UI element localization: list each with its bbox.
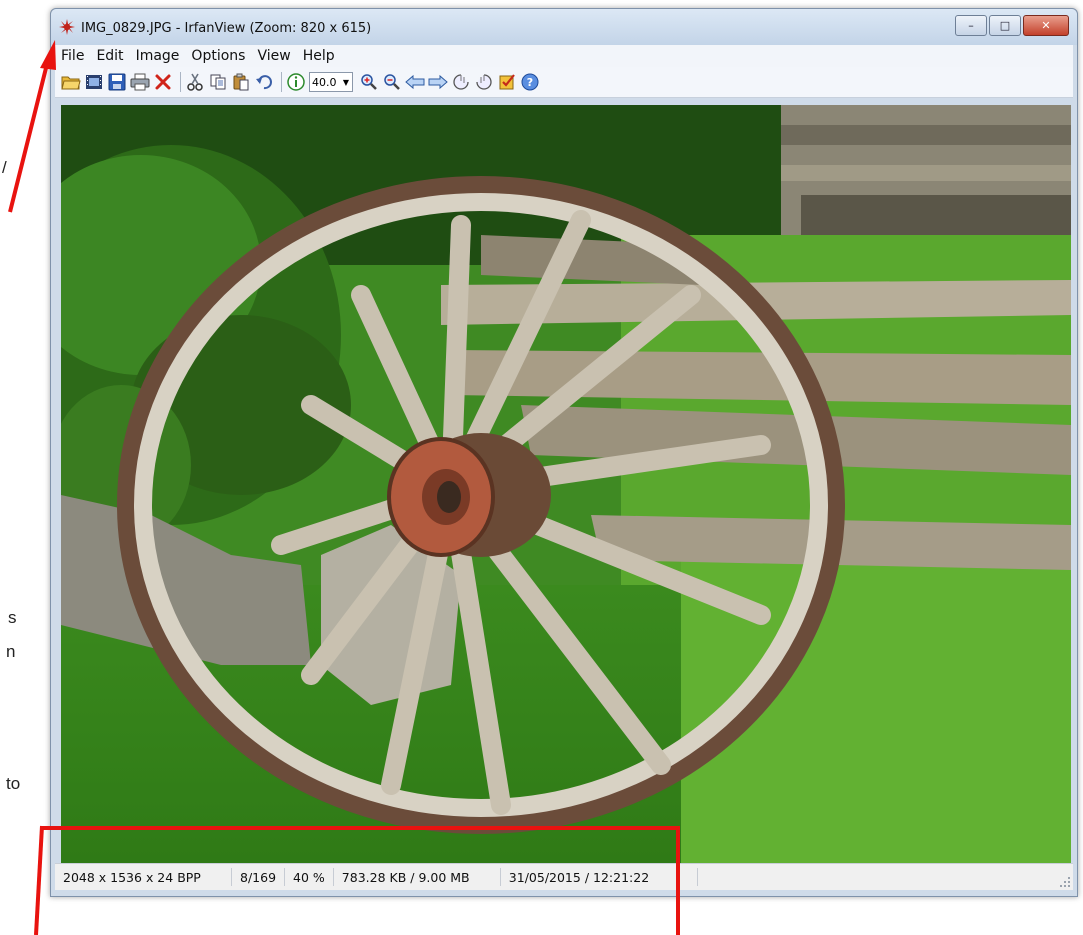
copy-icon[interactable]	[208, 72, 228, 92]
info-icon[interactable]	[286, 72, 306, 92]
status-zoom: 40 %	[285, 868, 334, 886]
irfanview-app-icon	[59, 19, 75, 35]
resize-grip-icon[interactable]	[1059, 876, 1071, 888]
toolbar-separator	[281, 72, 282, 92]
document-fragment-1: s	[8, 608, 17, 627]
zoom-in-icon[interactable]	[359, 72, 379, 92]
minimize-button[interactable]: –	[955, 15, 987, 36]
slideshow-icon[interactable]	[84, 72, 104, 92]
next-icon[interactable]	[428, 72, 448, 92]
cut-icon[interactable]	[185, 72, 205, 92]
zoom-combo[interactable]: 40.0 ▼	[309, 72, 353, 92]
zoom-value: 40.0	[312, 75, 337, 89]
print-icon[interactable]	[130, 72, 150, 92]
menu-bar: File Edit Image Options View Help	[55, 45, 1073, 67]
svg-text:?: ?	[527, 76, 533, 89]
properties-icon[interactable]	[497, 72, 517, 92]
maximize-button[interactable]: □	[989, 15, 1021, 36]
save-icon[interactable]	[107, 72, 127, 92]
previous-icon[interactable]	[405, 72, 425, 92]
menu-file[interactable]: File	[55, 48, 90, 64]
chevron-down-icon[interactable]: ▼	[340, 78, 352, 87]
status-file-size: 783.28 KB / 9.00 MB	[334, 868, 501, 886]
status-datetime: 31/05/2015 / 12:21:22	[501, 868, 698, 886]
document-fragment-top: /	[2, 158, 7, 177]
rotate-right-icon[interactable]	[474, 72, 494, 92]
paste-icon[interactable]	[231, 72, 251, 92]
help-icon[interactable]: ?	[520, 72, 540, 92]
menu-image[interactable]: Image	[130, 48, 186, 64]
zoom-out-icon[interactable]	[382, 72, 402, 92]
close-button[interactable]: ✕	[1023, 15, 1069, 36]
status-dimensions: 2048 x 1536 x 24 BPP	[55, 868, 232, 886]
status-position: 8/169	[232, 868, 286, 886]
document-fragment-2: n	[6, 642, 16, 661]
menu-options[interactable]: Options	[185, 48, 251, 64]
menu-view[interactable]: View	[251, 48, 296, 64]
window-title: IMG_0829.JPG - IrfanView (Zoom: 820 x 61…	[81, 21, 372, 36]
status-bar: 2048 x 1536 x 24 BPP 8/169 40 % 783.28 K…	[55, 863, 1073, 890]
open-folder-icon[interactable]	[61, 72, 81, 92]
title-bar[interactable]: IMG_0829.JPG - IrfanView (Zoom: 820 x 61…	[51, 9, 1077, 45]
document-fragment-3: to	[6, 774, 21, 793]
undo-icon[interactable]	[254, 72, 274, 92]
menu-edit[interactable]: Edit	[90, 48, 129, 64]
wagon-wheel-photo	[61, 105, 1071, 863]
toolbar: 40.0 ▼ ?	[55, 67, 1073, 98]
delete-icon[interactable]	[153, 72, 173, 92]
rotate-left-icon[interactable]	[451, 72, 471, 92]
image-canvas[interactable]	[61, 105, 1071, 863]
toolbar-separator	[180, 72, 181, 92]
menu-help[interactable]: Help	[297, 48, 341, 64]
irfanview-window: IMG_0829.JPG - IrfanView (Zoom: 820 x 61…	[50, 8, 1078, 897]
